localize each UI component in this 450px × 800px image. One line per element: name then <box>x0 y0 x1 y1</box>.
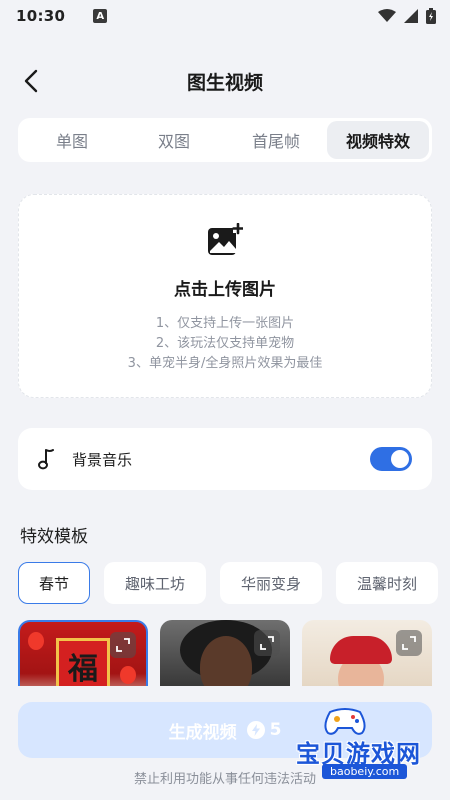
lantern-decoration <box>28 632 44 650</box>
template-tab-spring-festival[interactable]: 春节 <box>18 562 91 604</box>
cost-value: 5 <box>269 720 282 740</box>
generate-video-button[interactable]: 生成视频 5 <box>18 702 432 758</box>
template-tabs: 春节 趣味工坊 华丽变身 温馨时刻 <box>18 562 450 606</box>
status-bar: 10:30 A <box>0 0 450 32</box>
upload-note: 1、仅支持上传一张图片 <box>155 316 295 331</box>
upload-note: 2、该玩法仅支持单宠物 <box>155 336 295 351</box>
lightning-icon <box>246 721 265 739</box>
lantern-decoration <box>120 666 136 684</box>
cost-indicator: 5 <box>246 720 282 740</box>
upload-title: 点击上传图片 <box>174 280 276 300</box>
battery-icon <box>426 8 436 24</box>
header: 图生视频 <box>0 56 450 104</box>
disclaimer: 禁止利用功能从事任何违法活动 <box>133 772 316 787</box>
expand-icon[interactable] <box>396 630 422 656</box>
template-tab-gorgeous-makeover[interactable]: 华丽变身 <box>220 562 323 604</box>
expand-icon[interactable] <box>254 630 280 656</box>
page-title: 图生视频 <box>186 72 263 94</box>
upload-card[interactable]: 点击上传图片 1、仅支持上传一张图片 2、该玩法仅支持单宠物 3、单宠半身/全身… <box>18 194 432 398</box>
toggle-knob <box>391 450 409 468</box>
background-music-row: 背景音乐 <box>18 428 432 490</box>
costume-hat <box>330 636 392 664</box>
image-add-icon <box>207 222 244 261</box>
status-icons <box>378 8 436 24</box>
upload-note: 3、单宠半身/全身照片效果为最佳 <box>127 356 323 371</box>
tab-double-image[interactable]: 双图 <box>123 121 225 159</box>
template-tab-fun-workshop[interactable]: 趣味工坊 <box>104 562 207 604</box>
mode-tabs: 单图 双图 首尾帧 视频特效 <box>18 118 432 162</box>
generate-label: 生成视频 <box>168 722 237 743</box>
tab-first-last-frame[interactable]: 首尾帧 <box>225 121 327 159</box>
notification-icon: A <box>93 9 108 23</box>
music-toggle[interactable] <box>370 447 412 471</box>
tab-single-image[interactable]: 单图 <box>21 121 123 159</box>
upload-notes: 1、仅支持上传一张图片 2、该玩法仅支持单宠物 3、单宠半身/全身照片效果为最佳 <box>128 314 323 374</box>
signal-icon <box>404 9 418 23</box>
wifi-icon <box>378 9 396 22</box>
expand-icon[interactable] <box>110 632 136 658</box>
music-label: 背景音乐 <box>72 450 133 469</box>
tab-video-effects[interactable]: 视频特效 <box>327 121 429 159</box>
fu-character: 福 <box>68 652 98 687</box>
status-time: 10:30 <box>16 7 66 25</box>
bottom-bar: 生成视频 5 禁止利用功能从事任何违法活动 <box>0 686 450 800</box>
section-title: 特效模板 <box>20 527 88 547</box>
template-tab-warm-moments[interactable]: 温馨时刻 <box>336 562 439 604</box>
music-note-icon <box>38 449 54 470</box>
